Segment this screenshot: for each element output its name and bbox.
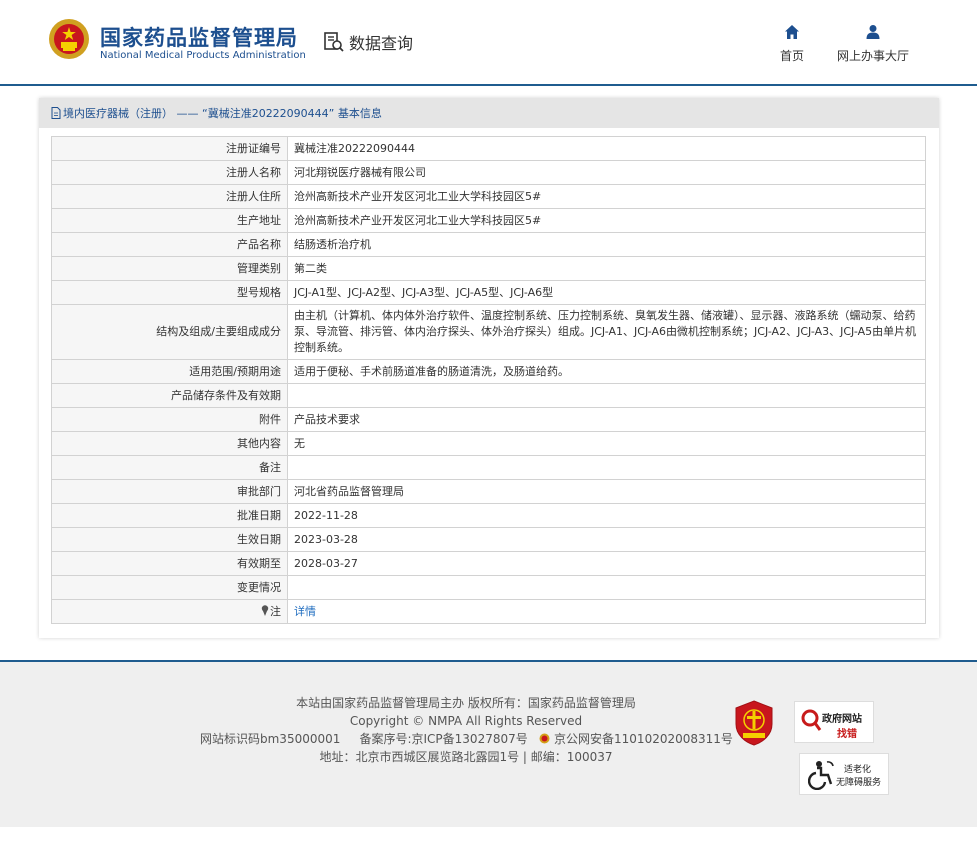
data-query-label: 数据查询 bbox=[349, 34, 414, 53]
police-badge-icon bbox=[539, 733, 550, 744]
row-value: 2028-03-27 bbox=[287, 551, 926, 576]
table-row-note: 注 详情 bbox=[51, 599, 926, 624]
row-label: 备注 bbox=[51, 455, 288, 480]
site-code: 网站标识码bm35000001 bbox=[200, 732, 341, 746]
table-row: 变更情况 bbox=[51, 575, 926, 600]
row-label: 产品名称 bbox=[51, 232, 288, 257]
row-value: 无 bbox=[287, 431, 926, 456]
row-label: 注册人住所 bbox=[51, 184, 288, 209]
panel-title: 境内医疗器械（注册） —— “冀械注准20222090444” 基本信息 bbox=[63, 107, 382, 120]
accessibility-service-badge[interactable]: 适老化 无障碍服务 bbox=[799, 753, 889, 795]
table-row: 管理类别 第二类 bbox=[51, 256, 926, 281]
row-value: JCJ-A1型、JCJ-A2型、JCJ-A3型、JCJ-A5型、JCJ-A6型 bbox=[287, 280, 926, 305]
search-document-icon bbox=[324, 32, 344, 52]
nav-home-label: 首页 bbox=[779, 49, 804, 63]
row-value: 第二类 bbox=[287, 256, 926, 281]
row-label: 审批部门 bbox=[51, 479, 288, 504]
row-label: 附件 bbox=[51, 407, 288, 432]
nav-online-hall[interactable]: 网上办事大厅 bbox=[830, 24, 916, 64]
table-row: 生产地址 沧州高新技术产业开发区河北工业大学科技园区5# bbox=[51, 208, 926, 233]
org-name-en: National Medical Products Administration bbox=[100, 50, 306, 61]
panel-header: 境内医疗器械（注册） —— “冀械注准20222090444” 基本信息 bbox=[39, 98, 939, 128]
row-value bbox=[287, 575, 926, 600]
data-query-link[interactable]: 数据查询 bbox=[323, 30, 413, 54]
table-row: 产品名称 结肠透析治疗机 bbox=[51, 232, 926, 257]
icp-link[interactable]: 备案序号:京ICP备13027807号 bbox=[359, 732, 527, 746]
table-row: 适用范围/预期用途 适用于便秘、手术前肠道准备的肠道清洗，及肠道给药。 bbox=[51, 359, 926, 384]
note-label: 注 bbox=[270, 604, 281, 618]
row-label: 变更情况 bbox=[51, 575, 288, 600]
table-row: 注册证编号 冀械注准20222090444 bbox=[51, 136, 926, 161]
row-value: 沧州高新技术产业开发区河北工业大学科技园区5# bbox=[287, 184, 926, 209]
footer-registration: 网站标识码bm35000001 备案序号:京ICP备13027807号 京公网安… bbox=[200, 730, 733, 748]
table-row: 生效日期 2023-03-28 bbox=[51, 527, 926, 552]
details-link[interactable]: 详情 bbox=[294, 605, 316, 618]
row-value bbox=[287, 383, 926, 408]
row-label: 结构及组成/主要组成成分 bbox=[51, 304, 288, 360]
badge-access-line1: 适老化 bbox=[844, 765, 872, 775]
table-row: 注册人住所 沧州高新技术产业开发区河北工业大学科技园区5# bbox=[51, 184, 926, 209]
row-label: 生产地址 bbox=[51, 208, 288, 233]
table-row: 审批部门 河北省药品监督管理局 bbox=[51, 479, 926, 504]
footer-sponsor: 本站由国家药品监督管理局主办 版权所有：国家药品监督管理局 bbox=[296, 696, 636, 710]
badge-access-line2: 无障碍服务 bbox=[836, 778, 882, 788]
footer-text: 本站由国家药品监督管理局主办 版权所有：国家药品监督管理局 Copyright … bbox=[200, 694, 733, 766]
row-label: 型号规格 bbox=[51, 280, 288, 305]
row-label: 管理类别 bbox=[51, 256, 288, 281]
public-security-link[interactable]: 京公网安备11010202008311号 bbox=[554, 732, 733, 746]
party-gov-badge-icon[interactable] bbox=[734, 700, 774, 746]
gov-site-error-report-badge[interactable]: 政府网站 找错 bbox=[794, 701, 874, 743]
org-name-cn: 国家药品监督管理局 bbox=[100, 26, 298, 50]
nav-home[interactable]: 首页 bbox=[772, 24, 812, 64]
table-row: 批准日期 2022-11-28 bbox=[51, 503, 926, 528]
wheelchair-icon bbox=[808, 761, 834, 790]
row-label: 批准日期 bbox=[51, 503, 288, 528]
footer-address: 地址：北京市西城区展览路北露园1号 | 邮编：100037 bbox=[319, 750, 613, 764]
row-value: 河北省药品监督管理局 bbox=[287, 479, 926, 504]
row-label: 注册人名称 bbox=[51, 160, 288, 185]
row-value: 详情 bbox=[287, 599, 926, 624]
site-header: 国家药品监督管理局 National Medical Products Admi… bbox=[0, 0, 977, 86]
magnifier-icon bbox=[801, 709, 822, 731]
user-icon bbox=[866, 25, 880, 39]
row-label: 适用范围/预期用途 bbox=[51, 359, 288, 384]
row-label: 生效日期 bbox=[51, 527, 288, 552]
row-value: 结肠透析治疗机 bbox=[287, 232, 926, 257]
row-value: 2022-11-28 bbox=[287, 503, 926, 528]
table-row: 有效期至 2028-03-27 bbox=[51, 551, 926, 576]
row-value: 沧州高新技术产业开发区河北工业大学科技园区5# bbox=[287, 208, 926, 233]
table-row: 备注 bbox=[51, 455, 926, 480]
table-row: 其他内容无 bbox=[51, 431, 926, 456]
table-row: 注册人名称 河北翔锐医疗器械有限公司 bbox=[51, 160, 926, 185]
table-row: 附件 产品技术要求 bbox=[51, 407, 926, 432]
row-label: 其他内容 bbox=[51, 431, 288, 456]
badge-zhaocuo-sub: 找错 bbox=[837, 729, 857, 740]
footer-copyright: Copyright © NMPA All Rights Reserved bbox=[349, 714, 583, 728]
table-row: 型号规格 JCJ-A1型、JCJ-A2型、JCJ-A3型、JCJ-A5型、JCJ-… bbox=[51, 280, 926, 305]
detail-panel: 境内医疗器械（注册） —— “冀械注准20222090444” 基本信息 注册证… bbox=[39, 98, 939, 638]
row-label: 产品储存条件及有效期 bbox=[51, 383, 288, 408]
document-icon bbox=[51, 107, 61, 119]
detail-table: 注册证编号 冀械注准20222090444 注册人名称 河北翔锐医疗器械有限公司 注册人… bbox=[51, 136, 926, 624]
home-icon bbox=[785, 25, 799, 39]
pin-icon bbox=[261, 604, 269, 616]
row-value: 河北翔锐医疗器械有限公司 bbox=[287, 160, 926, 185]
row-value bbox=[287, 455, 926, 480]
nav-online-hall-label: 网上办事大厅 bbox=[836, 49, 909, 63]
row-label: 有效期至 bbox=[51, 551, 288, 576]
row-value: 适用于便秘、手术前肠道准备的肠道清洗，及肠道给药。 bbox=[287, 359, 926, 384]
row-label: 注册证编号 bbox=[51, 136, 288, 161]
national-emblem-icon bbox=[49, 19, 89, 59]
row-value: 由主机（计算机、体内体外治疗软件、温度控制系统、压力控制系统、臭氧发生器、储液罐… bbox=[287, 304, 926, 360]
site-footer: 本站由国家药品监督管理局主办 版权所有：国家药品监督管理局 Copyright … bbox=[0, 660, 977, 827]
row-label: 注 bbox=[51, 599, 288, 624]
table-row: 产品储存条件及有效期 bbox=[51, 383, 926, 408]
table-row: 结构及组成/主要组成成分 由主机（计算机、体内体外治疗软件、温度控制系统、压力控制… bbox=[51, 304, 926, 360]
row-value: 2023-03-28 bbox=[287, 527, 926, 552]
row-value: 产品技术要求 bbox=[287, 407, 926, 432]
badge-zhaocuo-title: 政府网站 bbox=[822, 714, 862, 725]
row-value: 冀械注准20222090444 bbox=[287, 136, 926, 161]
